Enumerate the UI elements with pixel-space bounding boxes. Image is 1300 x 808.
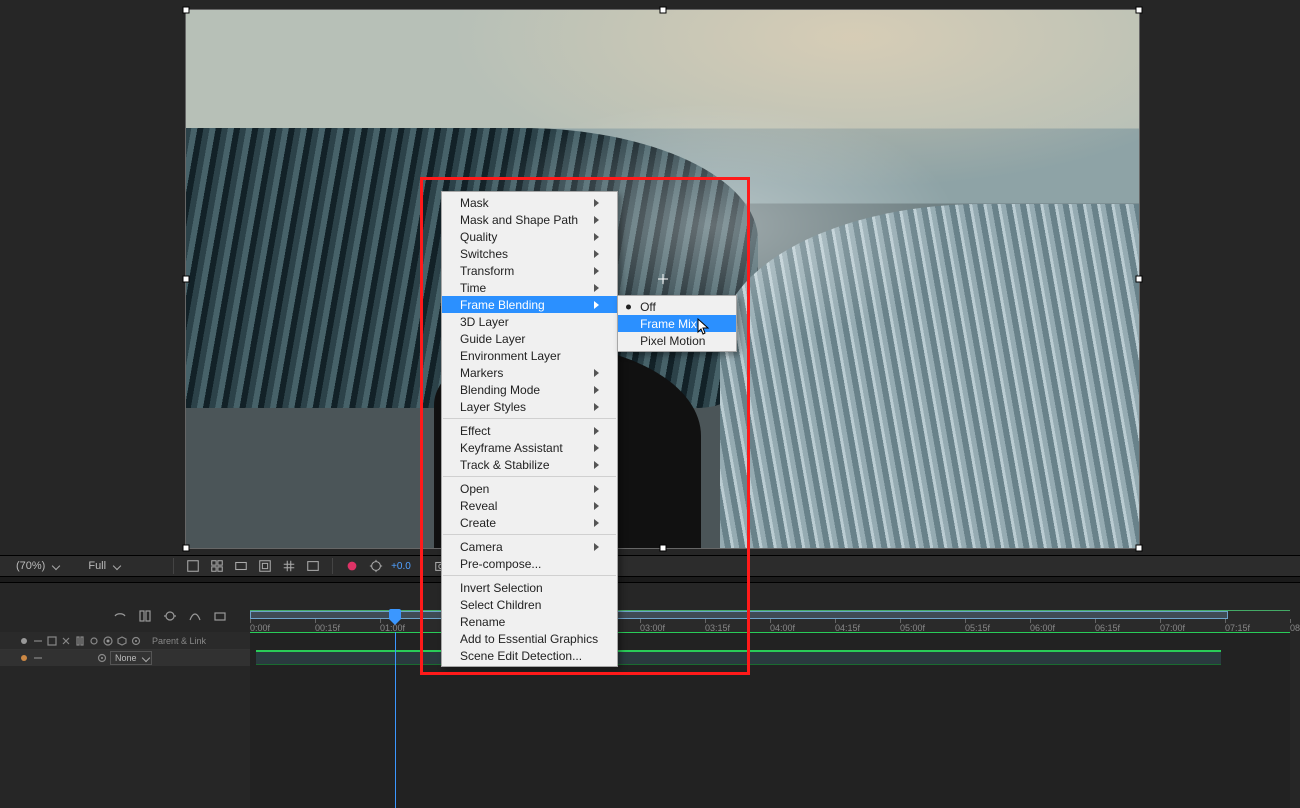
adjustment-col-icon[interactable] bbox=[102, 635, 114, 647]
parent-pickwhip-icon[interactable] bbox=[96, 652, 108, 664]
selection-handle[interactable] bbox=[183, 7, 190, 14]
resolution-dropdown[interactable]: Full bbox=[82, 560, 127, 572]
switches-icon[interactable] bbox=[32, 635, 44, 647]
magnification-value: (70%) bbox=[16, 560, 45, 572]
time-tick: 06:15f bbox=[1095, 619, 1120, 633]
label-icon[interactable] bbox=[46, 635, 58, 647]
motion-blur-toggle-icon[interactable] bbox=[160, 607, 179, 625]
fast-preview-icon[interactable] bbox=[184, 557, 202, 575]
layer-columns-header: Parent & Link bbox=[0, 632, 250, 650]
frame-blend-col-icon[interactable] bbox=[74, 635, 86, 647]
selection-handle[interactable] bbox=[1136, 7, 1143, 14]
av-features-icon[interactable] bbox=[18, 635, 30, 647]
fx-icon[interactable] bbox=[60, 635, 72, 647]
playhead[interactable] bbox=[389, 609, 401, 619]
shy-layers-icon[interactable] bbox=[110, 607, 129, 625]
grid-guides-icon[interactable] bbox=[280, 557, 298, 575]
time-tick: 04:15f bbox=[835, 619, 860, 633]
time-tick: 00:15f bbox=[315, 619, 340, 633]
time-tick: 08:00f bbox=[1290, 619, 1300, 633]
parent-dropdown[interactable]: None bbox=[110, 651, 152, 665]
divider bbox=[332, 558, 333, 574]
exposure-value[interactable]: +0.0 bbox=[391, 561, 411, 572]
transparency-grid-icon[interactable] bbox=[208, 557, 226, 575]
exposure-reset-icon[interactable] bbox=[367, 557, 385, 575]
chevron-down-icon bbox=[112, 562, 121, 571]
selection-handle[interactable] bbox=[183, 545, 190, 552]
parent-pick-icon[interactable] bbox=[130, 635, 142, 647]
timeline-toolbar bbox=[100, 605, 240, 627]
parent-link-header: Parent & Link bbox=[152, 636, 206, 646]
mask-toggle-icon[interactable] bbox=[232, 557, 250, 575]
selection-handle[interactable] bbox=[183, 276, 190, 283]
time-tick: 05:00f bbox=[900, 619, 925, 633]
selection-handle[interactable] bbox=[1136, 276, 1143, 283]
3d-col-icon[interactable] bbox=[116, 635, 128, 647]
divider bbox=[173, 558, 174, 574]
cached-frames-indicator bbox=[250, 632, 1290, 633]
magnification-dropdown[interactable]: (70%) bbox=[10, 560, 66, 572]
annotation-highlight bbox=[420, 177, 750, 675]
time-tick: 01:00f bbox=[380, 619, 405, 633]
time-tick: 06:00f bbox=[1030, 619, 1055, 633]
frame-blend-toggle-icon[interactable] bbox=[135, 607, 154, 625]
graph-editor-icon[interactable] bbox=[186, 607, 205, 625]
playhead-line[interactable] bbox=[395, 632, 396, 808]
layer-row[interactable]: None bbox=[0, 650, 250, 666]
time-tick: 07:00f bbox=[1160, 619, 1185, 633]
resolution-value: Full bbox=[88, 560, 106, 572]
region-of-interest-icon[interactable] bbox=[256, 557, 274, 575]
chevron-down-icon bbox=[141, 654, 150, 663]
parent-value: None bbox=[115, 653, 137, 663]
time-tick: 0:00f bbox=[250, 619, 270, 633]
motion-blur-col-icon[interactable] bbox=[88, 635, 100, 647]
time-tick: 05:15f bbox=[965, 619, 990, 633]
draft-3d-icon[interactable] bbox=[211, 607, 230, 625]
solo-icon[interactable] bbox=[32, 652, 44, 664]
time-tick: 07:15f bbox=[1225, 619, 1250, 633]
selection-handle[interactable] bbox=[659, 7, 666, 14]
selection-handle[interactable] bbox=[1136, 545, 1143, 552]
chevron-down-icon bbox=[51, 562, 60, 571]
time-tick: 04:00f bbox=[770, 619, 795, 633]
timeline-tracks[interactable] bbox=[250, 632, 1290, 808]
color-management-icon[interactable] bbox=[343, 557, 361, 575]
visibility-icon[interactable] bbox=[18, 652, 30, 664]
channel-icon[interactable] bbox=[304, 557, 322, 575]
